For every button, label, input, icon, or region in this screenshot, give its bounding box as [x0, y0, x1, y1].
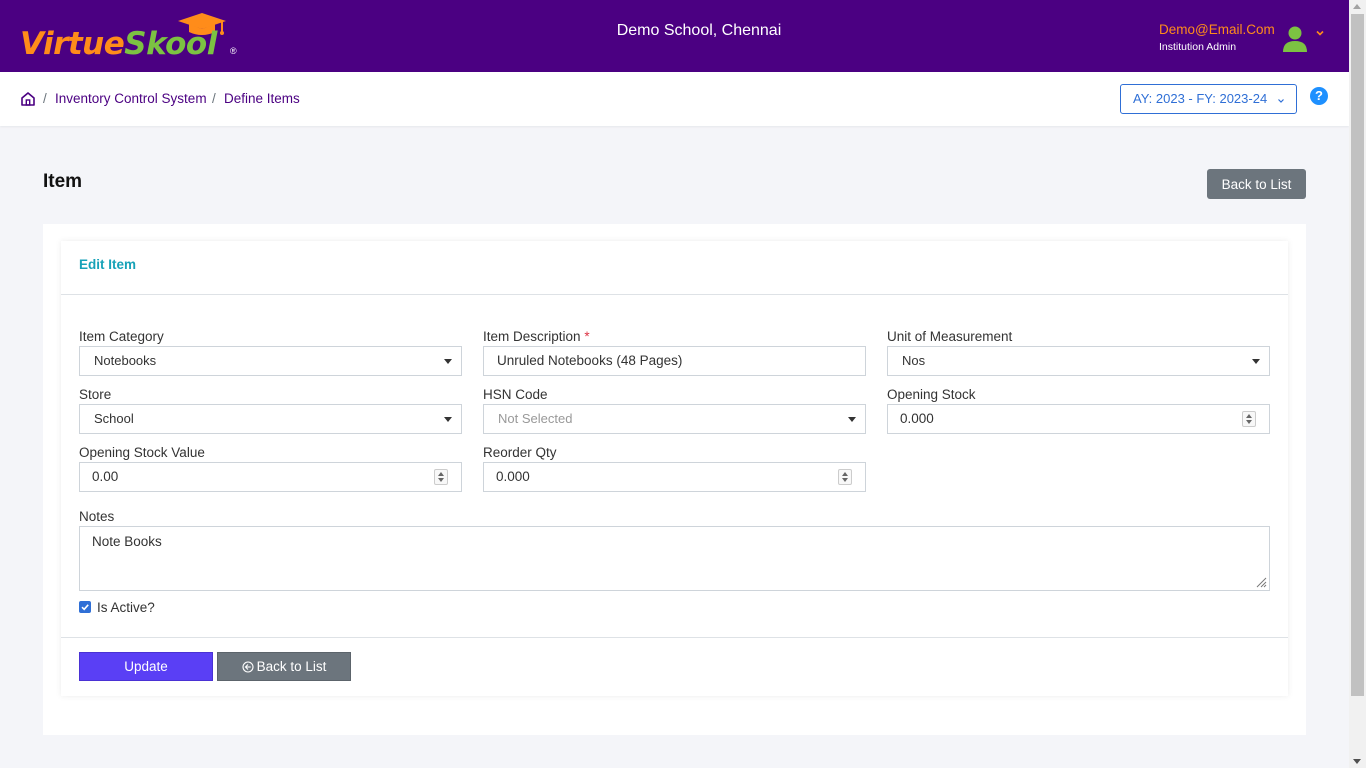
opening-stock-value-input[interactable]: 0.00	[79, 462, 462, 492]
caret-down-icon	[444, 359, 452, 364]
hsn-code-select[interactable]: Not Selected	[483, 404, 866, 434]
unit-of-measurement-select[interactable]: Nos	[887, 346, 1270, 376]
home-icon[interactable]	[20, 91, 36, 107]
caret-down-icon	[1252, 359, 1260, 364]
academic-year-value: AY: 2023 - FY: 2023-24	[1133, 91, 1268, 106]
unit-of-measurement-label: Unit of Measurement	[887, 329, 1013, 344]
opening-stock-value-label: Opening Stock Value	[79, 445, 205, 460]
page-scrollbar[interactable]	[1349, 0, 1366, 768]
caret-down-icon	[444, 417, 452, 422]
item-description-label: Item Description *	[483, 329, 590, 344]
is-active-checkbox[interactable]	[79, 601, 91, 613]
check-icon	[81, 604, 89, 611]
item-description-input[interactable]: Unruled Notebooks (48 Pages)	[483, 346, 866, 376]
chevron-down-icon[interactable]	[1314, 27, 1326, 39]
breadcrumb-separator: /	[43, 91, 47, 106]
item-description-value: Unruled Notebooks (48 Pages)	[497, 353, 683, 368]
reorder-qty-value: 0.000	[496, 469, 530, 484]
caret-down-icon	[848, 417, 856, 422]
hsn-code-label: HSN Code	[483, 387, 548, 402]
spinner-icon[interactable]	[434, 469, 448, 485]
breadcrumb-bar: / Inventory Control System / Define Item…	[0, 72, 1349, 126]
back-to-list-label: Back to List	[256, 659, 327, 674]
back-to-list-button[interactable]: Back to List	[1207, 169, 1306, 199]
spinner-icon[interactable]	[838, 469, 852, 485]
card-header-divider	[61, 294, 1288, 295]
scroll-up-arrow[interactable]	[1353, 4, 1361, 9]
opening-stock-label: Opening Stock	[887, 387, 976, 402]
item-category-label: Item Category	[79, 329, 164, 344]
unit-of-measurement-value: Nos	[902, 353, 926, 368]
opening-stock-input[interactable]: 0.000	[887, 404, 1270, 434]
store-label: Store	[79, 387, 112, 402]
academic-year-select[interactable]: AY: 2023 - FY: 2023-24	[1120, 84, 1297, 114]
hsn-code-placeholder: Not Selected	[498, 411, 573, 426]
opening-stock-value-value: 0.00	[92, 469, 119, 484]
store-select[interactable]: School	[79, 404, 462, 434]
spinner-icon[interactable]	[1242, 411, 1256, 427]
card-title: Edit Item	[79, 257, 137, 272]
reorder-qty-label: Reorder Qty	[483, 445, 557, 460]
user-avatar-icon[interactable]	[1282, 25, 1308, 53]
reorder-qty-input[interactable]: 0.000	[483, 462, 866, 492]
required-mark: *	[584, 329, 590, 344]
card-footer-divider	[61, 637, 1288, 638]
store-value: School	[94, 411, 134, 426]
user-role: Institution Admin	[1159, 41, 1237, 53]
item-category-value: Notebooks	[94, 353, 157, 368]
top-header: VirtueSkool ® Demo School, Chennai Demo@…	[0, 0, 1349, 72]
breadcrumb-inventory-control-system[interactable]: Inventory Control System	[55, 91, 207, 106]
breadcrumb-define-items[interactable]: Define Items	[224, 91, 300, 106]
item-description-label-text: Item Description	[483, 329, 581, 344]
back-to-list-button-bottom[interactable]: Back to List	[217, 652, 351, 681]
breadcrumb-separator: /	[212, 91, 216, 106]
user-email[interactable]: Demo@Email.Com	[1159, 22, 1275, 37]
item-category-select[interactable]: Notebooks	[79, 346, 462, 376]
back-arrow-circle-icon	[242, 661, 254, 673]
scroll-down-arrow[interactable]	[1353, 759, 1361, 764]
opening-stock-value: 0.000	[900, 411, 934, 426]
update-button[interactable]: Update	[79, 652, 213, 681]
notes-textarea[interactable]: Note Books	[79, 526, 1270, 591]
logo-registered-mark: ®	[230, 46, 237, 56]
notes-label: Notes	[79, 509, 115, 524]
chevron-down-icon	[1278, 99, 1284, 103]
page-title: Item	[43, 171, 83, 192]
scroll-thumb[interactable]	[1351, 14, 1364, 696]
help-icon[interactable]: ?	[1310, 87, 1328, 105]
notes-value: Note Books	[92, 534, 162, 549]
is-active-label[interactable]: Is Active?	[97, 600, 155, 615]
resize-grip-icon[interactable]	[1256, 577, 1267, 588]
